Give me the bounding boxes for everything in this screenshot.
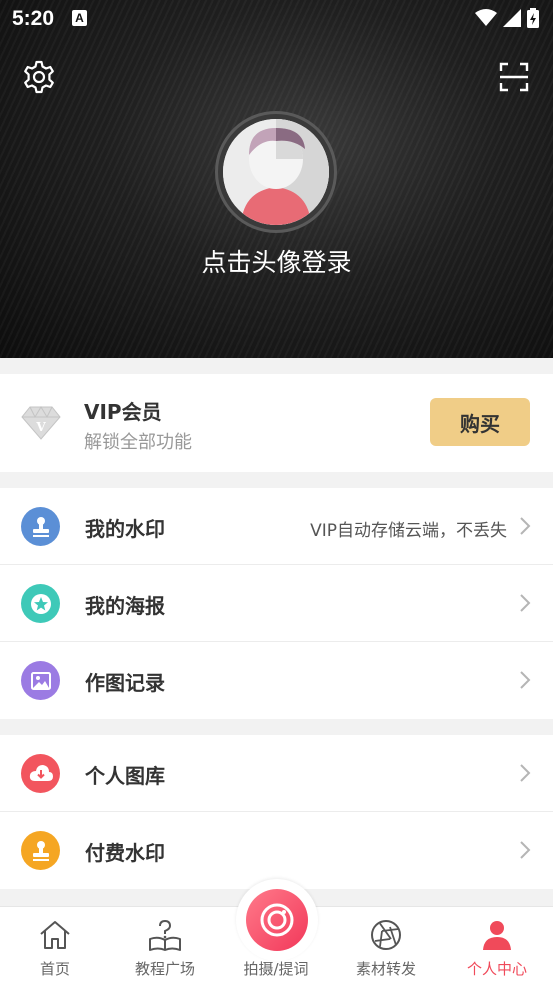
gear-icon [24, 60, 54, 94]
menu-item-drawing-history[interactable]: 作图记录 [0, 642, 553, 719]
aperture-icon [371, 920, 401, 950]
chevron-right-icon [520, 594, 531, 612]
profile-header: 5:20 A 点击头像登录 [0, 0, 553, 358]
vip-title: VIP会员 [84, 400, 162, 424]
image-icon [21, 661, 60, 700]
home-icon [40, 921, 70, 949]
menu-item-label: 付费水印 [85, 841, 165, 865]
nav-label: 个人中心 [466, 960, 527, 978]
stamp-icon [21, 831, 60, 870]
camera-icon [246, 889, 308, 951]
menu-item-my-poster[interactable]: 我的海报 [0, 565, 553, 642]
chevron-right-icon [520, 517, 531, 535]
help-book-icon [149, 919, 181, 951]
login-prompt[interactable]: 点击头像登录 [0, 243, 553, 279]
menu-group-1: 我的水印 VIP自动存储云端，不丢失 我的海报 作图记录 [0, 488, 553, 719]
menu-item-note: VIP自动存储云端，不丢失 [310, 521, 507, 541]
nav-profile[interactable]: 个人中心 [442, 907, 552, 984]
battery-icon [527, 8, 539, 28]
status-icons [475, 8, 539, 28]
nav-home[interactable]: 首页 [0, 907, 110, 984]
chevron-right-icon [520, 764, 531, 782]
avatar [223, 119, 329, 225]
chevron-right-icon [520, 671, 531, 689]
menu-item-label: 个人图库 [85, 764, 165, 788]
settings-button[interactable] [20, 58, 58, 96]
nav-label: 拍摄/提词 [243, 960, 309, 978]
vip-diamond-icon: V [20, 401, 62, 443]
star-icon [21, 584, 60, 623]
menu-item-label: 我的海报 [85, 594, 165, 618]
wifi-icon [475, 9, 497, 26]
scan-icon [499, 62, 529, 92]
status-bar: 5:20 A [0, 0, 553, 38]
buy-button[interactable]: 购买 [430, 398, 530, 446]
nav-label: 教程广场 [134, 960, 195, 978]
nav-tutorials[interactable]: 教程广场 [110, 907, 220, 984]
vip-subtitle: 解锁全部功能 [84, 432, 192, 453]
notification-badge-icon: A [72, 10, 87, 26]
signal-icon [503, 9, 521, 27]
nav-label: 首页 [39, 960, 70, 978]
vip-badge-letter: V [35, 420, 46, 434]
nav-label: 素材转发 [355, 960, 416, 978]
chevron-right-icon [520, 841, 531, 859]
menu-item-personal-gallery[interactable]: 个人图库 [0, 735, 553, 812]
cloud-download-icon [21, 754, 60, 793]
avatar-button[interactable] [215, 111, 337, 233]
person-icon [483, 921, 511, 950]
scan-button[interactable] [495, 58, 533, 96]
stamp-icon [21, 507, 60, 546]
menu-group-2: 个人图库 付费水印 [0, 735, 553, 889]
camera-button[interactable] [236, 879, 318, 961]
status-time: 5:20 [12, 7, 55, 30]
default-avatar-icon [223, 119, 329, 225]
menu-item-my-watermark[interactable]: 我的水印 VIP自动存储云端，不丢失 [0, 488, 553, 565]
menu-item-paid-watermark[interactable]: 付费水印 [0, 812, 553, 889]
menu-item-label: 作图记录 [85, 671, 165, 695]
nav-materials[interactable]: 素材转发 [331, 907, 441, 984]
menu-item-label: 我的水印 [85, 517, 165, 541]
